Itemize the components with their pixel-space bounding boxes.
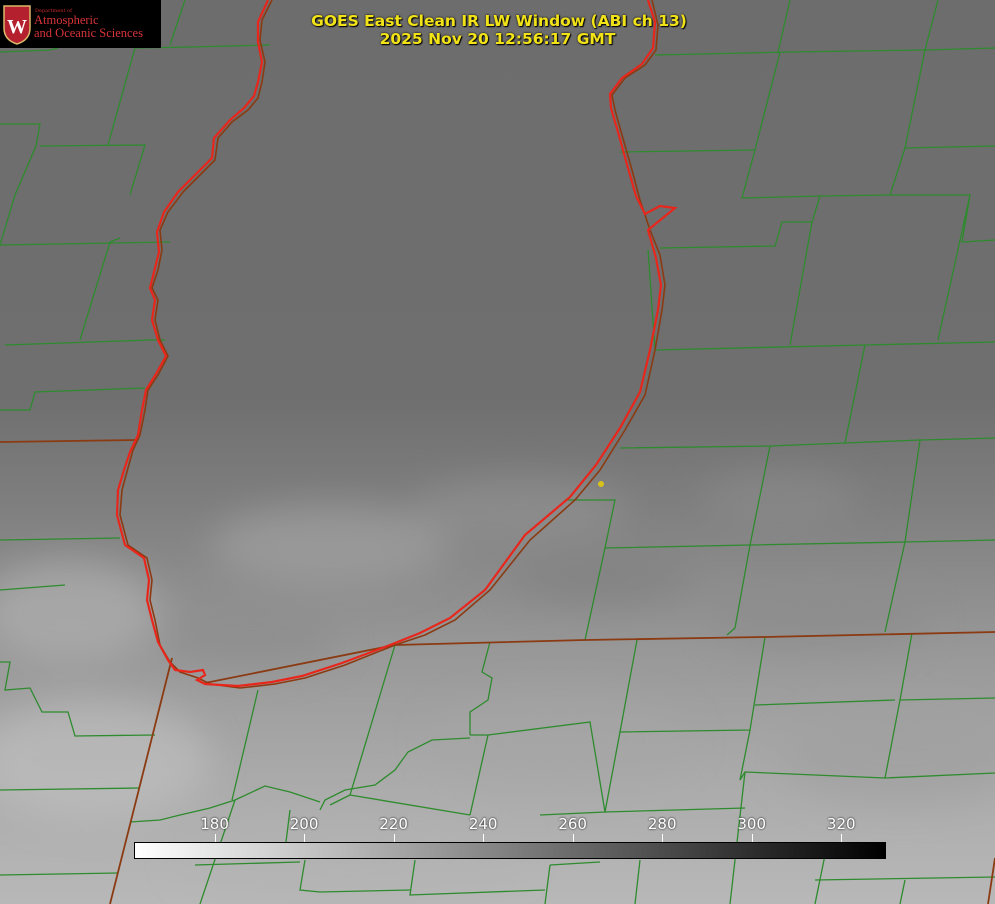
colorbar-tick-label: 240 (468, 815, 498, 833)
image-timestamp: 2025 Nov 20 12:56:17 GMT (379, 30, 616, 48)
colorbar-tick-label: 260 (558, 815, 587, 833)
colorbar-tick-label: 300 (737, 815, 767, 833)
colorbar-tick-mark (393, 834, 395, 842)
colorbar-tick-mark (572, 834, 574, 842)
satellite-map (0, 0, 995, 904)
colorbar-tick-mark (841, 834, 843, 842)
colorbar-tick-mark (304, 834, 306, 842)
colorbar-tick-label: 200 (289, 815, 319, 833)
location-marker (598, 481, 604, 487)
colorbar-tick-label: 180 (200, 815, 229, 833)
image-title: GOES East Clean IR LW Window (ABI ch 13) (311, 12, 687, 30)
temperature-colorbar (134, 842, 886, 859)
colorbar-tick-mark (214, 834, 216, 842)
colorbar-tick-mark (662, 834, 664, 842)
colorbar-tick-mark (483, 834, 485, 842)
colorbar-tick-label: 220 (379, 815, 408, 833)
colorbar-tick-label: 280 (647, 815, 677, 833)
colorbar-tick-label: 320 (826, 815, 856, 833)
colorbar-tick-mark (751, 834, 753, 842)
